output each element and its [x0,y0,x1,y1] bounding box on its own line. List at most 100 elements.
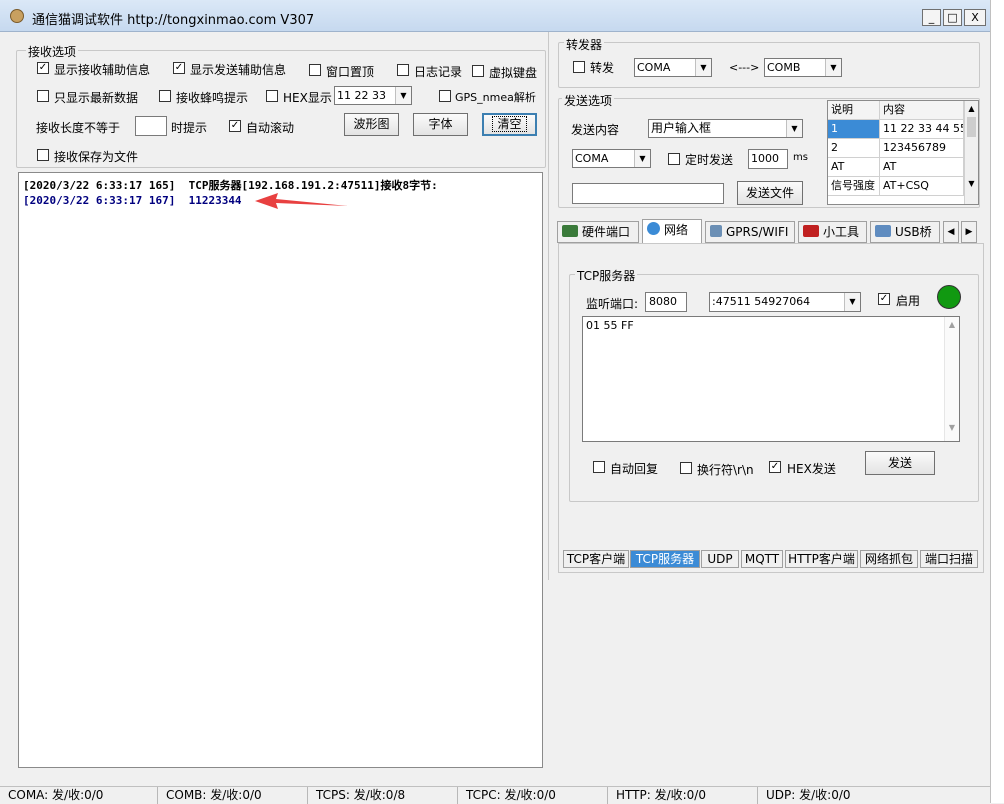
send-file-button[interactable]: 发送文件 [737,181,803,205]
scroll-up-icon[interactable]: ▲ [945,320,959,329]
status-udp: UDP: 发/收:0/0 [766,788,851,802]
tcp-send-button[interactable]: 发送 [865,451,935,475]
minimize-button[interactable]: _ [922,9,941,26]
forward-port-a-combo[interactable]: COMA ▼ [634,58,712,77]
send-file-path-input[interactable] [572,183,724,204]
show-send-info-checkbox[interactable]: ✓ [173,62,185,74]
tab-hardware-port[interactable]: 硬件端口 [557,221,639,243]
newline-checkbox[interactable] [680,462,692,474]
font-button[interactable]: 字体 [413,113,468,136]
send-port-value: COMA [575,152,609,165]
port-icon [562,225,578,237]
scroll-thumb[interactable] [967,117,976,137]
tab-usb-bridge[interactable]: USB桥 [870,221,940,243]
textarea-scrollbar[interactable]: ▲ ▼ [944,317,959,441]
tab-gprs-wifi[interactable]: GPRS/WIFI [705,221,795,243]
tcp-server-title: TCP服务器 [575,267,638,284]
status-tcps: TCPS: 发/收:0/8 [308,787,458,804]
table-cell[interactable]: 2 [828,139,880,158]
tab-tools[interactable]: 小工具 [798,221,867,243]
client-combo[interactable]: :47511 54927064 ▼ [709,292,861,312]
tab-scroll-right[interactable]: ▶ [961,221,977,243]
send-content-label: 发送内容 [571,123,620,137]
table-cell[interactable]: 1 [828,120,880,139]
table-header[interactable]: 说明 [828,101,880,120]
auto-reply-checkbox[interactable] [593,461,605,473]
tab-udp[interactable]: UDP [701,550,739,568]
tab-tcp-server[interactable]: TCP服务器 [630,550,700,568]
clear-button[interactable]: 清空 [482,113,537,136]
hint-when-label: 时提示 [171,121,208,135]
enable-label: 启用 [896,294,921,308]
log-label: 日志记录 [414,65,463,79]
scroll-up-icon[interactable]: ▲ [965,104,978,113]
tab-http-client[interactable]: HTTP客户端 [785,550,858,568]
scroll-down-icon[interactable]: ▼ [945,423,959,432]
chevron-down-icon: ▼ [695,59,711,76]
table-cell[interactable]: AT+CSQ [880,177,964,196]
window-top-label: 窗口置顶 [326,65,375,79]
forward-port-b-value: COMB [767,61,801,74]
send-options-title: 发送选项 [562,92,615,109]
tcp-send-textarea[interactable]: 01 55 FF [582,316,960,442]
forward-checkbox[interactable] [573,61,585,73]
recv-time: [2020/3/22 6:33:17 165] [23,179,176,192]
virtual-keyboard-checkbox[interactable] [472,65,484,77]
close-button[interactable]: X [964,9,986,26]
recv-text-area[interactable]: [2020/3/22 6:33:17 165] TCP服务器[192.168.1… [18,172,543,768]
timed-send-checkbox[interactable] [668,153,680,165]
app-icon [10,9,24,23]
table-header[interactable]: 内容 [880,101,964,120]
hex-send-checkbox[interactable]: ✓ [769,461,781,473]
chevron-down-icon: ▼ [634,150,650,167]
show-recv-info-checkbox[interactable]: ✓ [37,62,49,74]
tab-label: 网络 [664,223,689,237]
table-scrollbar[interactable]: ▲ ▼ [964,101,978,204]
newline-label: 换行符\r\n [697,463,754,477]
auto-scroll-checkbox[interactable]: ✓ [229,120,241,132]
tab-network[interactable]: 网络 [642,219,702,244]
listen-port-input[interactable]: 8080 [645,292,687,312]
timed-interval-input[interactable]: 1000 [748,149,788,169]
hex-display-label: HEX显示 [283,91,332,105]
show-latest-checkbox[interactable] [37,90,49,102]
tab-mqtt[interactable]: MQTT [741,550,783,568]
table-cell[interactable]: 信号强度 [828,177,880,196]
hex-send-label: HEX发送 [787,462,836,476]
tab-scroll-left[interactable]: ◀ [943,221,959,243]
save-to-file-checkbox[interactable] [37,149,49,161]
recv-msg: 11223344 [188,194,242,207]
maximize-button[interactable]: □ [943,9,962,26]
send-port-combo[interactable]: COMA ▼ [572,149,651,168]
timed-send-label: 定时发送 [685,153,734,167]
waveform-button[interactable]: 波形图 [344,113,399,136]
table-cell[interactable]: 11 22 33 44 55 [880,120,964,139]
status-tcpc: TCPC: 发/收:0/0 [458,787,608,804]
hex-display-checkbox[interactable] [266,90,278,102]
status-bar: COMA: 发/收:0/0 COMB: 发/收:0/0 TCPS: 发/收:0/… [0,786,990,804]
chevron-down-icon: ▼ [786,120,802,137]
table-cell[interactable]: AT [828,158,880,177]
virtual-keyboard-label: 虚拟键盘 [489,66,538,80]
forward-label: 转发 [590,61,615,75]
table-cell[interactable]: AT [880,158,964,177]
scroll-down-icon[interactable]: ▼ [965,179,978,188]
recv-len-input[interactable] [135,116,167,136]
send-content-combo[interactable]: 用户输入框 ▼ [648,119,803,138]
auto-reply-label: 自动回复 [610,462,659,476]
recv-beep-checkbox[interactable] [159,90,171,102]
hex-display-combo[interactable]: 11 22 33 ▼ [334,86,412,105]
enable-checkbox[interactable]: ✓ [878,293,890,305]
forward-port-b-combo[interactable]: COMB ▼ [764,58,842,77]
gps-checkbox[interactable] [439,90,451,102]
status-comb: COMB: 发/收:0/0 [158,787,308,804]
table-cell[interactable]: 123456789 [880,139,964,158]
log-checkbox[interactable] [397,64,409,76]
tab-tcp-client[interactable]: TCP客户端 [563,550,629,568]
command-table[interactable]: 说明 内容 1 11 22 33 44 55 2 123456789 AT AT… [827,100,979,205]
window-top-checkbox[interactable] [309,64,321,76]
tab-packet-capture[interactable]: 网络抓包 [860,550,918,568]
antenna-icon [710,225,722,237]
tab-port-scan[interactable]: 端口扫描 [920,550,978,568]
show-recv-info-label: 显示接收辅助信息 [54,63,151,77]
